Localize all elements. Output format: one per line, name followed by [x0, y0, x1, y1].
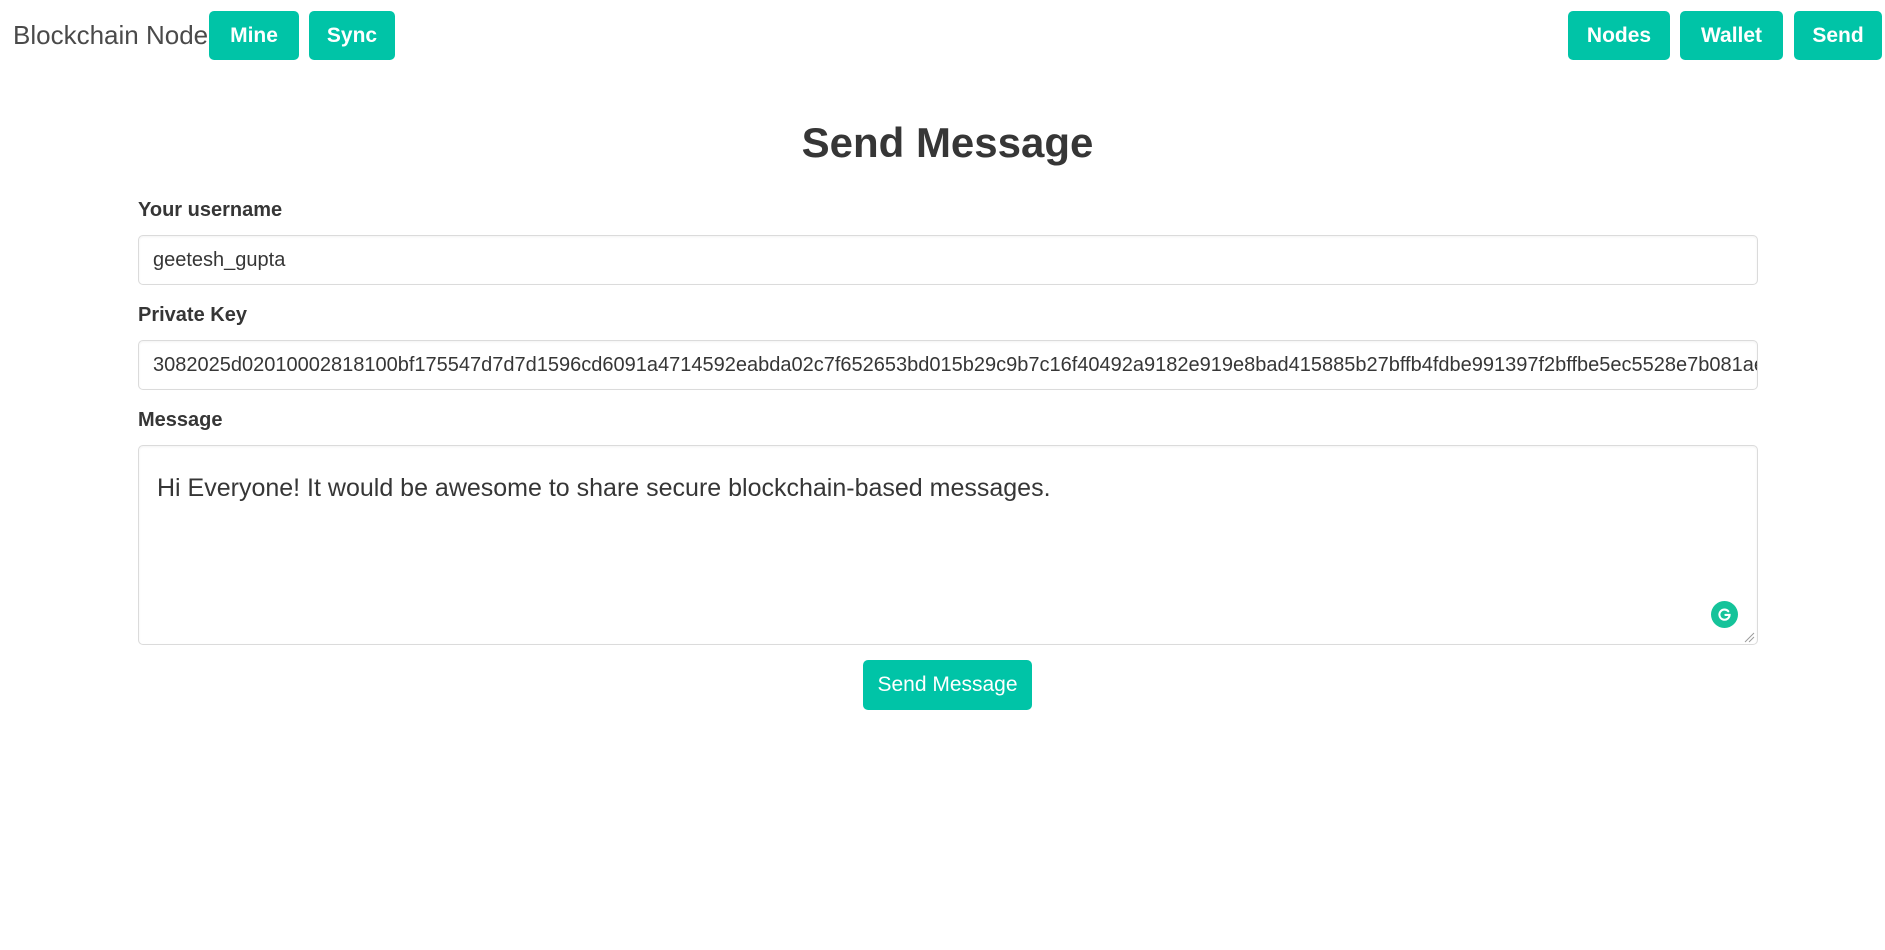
message-label: Message — [138, 409, 223, 431]
nodes-button[interactable]: Nodes — [1568, 11, 1670, 60]
page-title: Send Message — [801, 119, 1094, 166]
mine-button[interactable]: Mine — [209, 11, 299, 60]
wallet-button[interactable]: Wallet — [1680, 11, 1783, 60]
username-field[interactable]: geetesh_gupta — [138, 235, 1758, 285]
navbar: Blockchain Node Mine Sync Nodes Wallet S… — [0, 0, 1885, 72]
username-label: Your username — [138, 199, 283, 221]
grammarly-icon[interactable] — [1711, 601, 1738, 628]
private-key-label: Private Key — [138, 304, 247, 326]
sync-button[interactable]: Sync — [309, 11, 395, 60]
private-key-field[interactable]: 3082025d02010002818100bf175547d7d7d1596c… — [138, 340, 1758, 390]
send-message-button[interactable]: Send Message — [863, 660, 1032, 710]
resize-handle-icon[interactable] — [1743, 630, 1755, 643]
message-textarea[interactable]: Hi Everyone! It would be awesome to shar… — [138, 445, 1758, 645]
brand-title[interactable]: Blockchain Node — [13, 20, 208, 51]
send-button[interactable]: Send — [1794, 11, 1882, 60]
